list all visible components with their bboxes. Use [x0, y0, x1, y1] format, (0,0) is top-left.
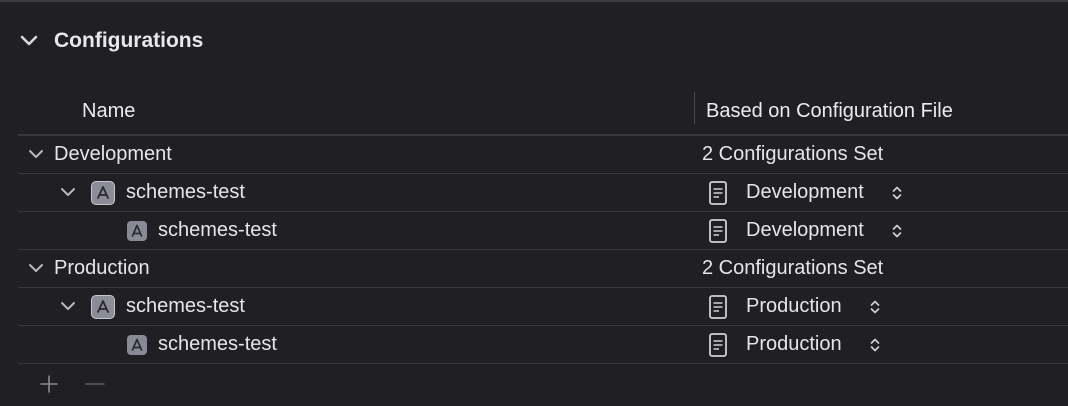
chevron-up-down-icon [890, 221, 904, 241]
config-file-value: Production [746, 295, 842, 317]
chevron-up-down-icon [868, 297, 882, 317]
group-name: Development [54, 143, 172, 165]
config-file-popup[interactable]: Development [708, 177, 904, 208]
target-name: schemes-test [158, 333, 277, 355]
section-title: Configurations [54, 29, 204, 52]
chevron-down-icon[interactable] [58, 182, 78, 202]
chevron-up-down-icon [868, 335, 882, 355]
group-name: Production [54, 257, 150, 279]
configurations-table: Name Based on Configuration File Develop… [18, 88, 1068, 364]
config-file-popup[interactable]: Development [708, 215, 904, 246]
config-file-popup[interactable]: Production [708, 329, 882, 360]
table-header: Name Based on Configuration File [18, 88, 1068, 136]
table-footer [36, 370, 108, 398]
add-configuration-button[interactable] [36, 371, 62, 397]
target-name: schemes-test [158, 219, 277, 241]
group-summary: 2 Configurations Set [702, 257, 884, 279]
document-icon [708, 179, 728, 206]
plus-icon [40, 375, 58, 393]
config-file-popup[interactable]: Production [708, 291, 882, 322]
app-target-icon [127, 335, 147, 355]
chevron-down-icon[interactable] [18, 30, 40, 52]
document-icon [708, 293, 728, 320]
app-target-icon [127, 221, 147, 241]
column-divider[interactable] [694, 92, 695, 124]
project-name: schemes-test [126, 295, 245, 317]
group-summary: 2 Configurations Set [702, 143, 884, 165]
section-header[interactable]: Configurations [18, 24, 203, 58]
remove-configuration-button[interactable] [82, 371, 108, 397]
chevron-up-down-icon [890, 183, 904, 203]
document-icon [708, 331, 728, 358]
table-row-project[interactable]: schemes-test Development [18, 174, 1068, 212]
chevron-down-icon[interactable] [58, 296, 78, 316]
column-header-name[interactable]: Name [82, 88, 135, 134]
config-file-value: Production [746, 333, 842, 355]
configurations-panel: Configurations Name Based on Configurati… [0, 0, 1068, 406]
project-icon [91, 295, 115, 319]
chevron-down-icon[interactable] [26, 144, 46, 164]
project-name: schemes-test [126, 181, 245, 203]
chevron-down-icon[interactable] [26, 258, 46, 278]
table-row-project[interactable]: schemes-test Production [18, 288, 1068, 326]
table-row-target[interactable]: schemes-test Production [18, 326, 1068, 364]
top-divider [0, 0, 1068, 2]
project-icon [91, 181, 115, 205]
table-row-target[interactable]: schemes-test Development [18, 212, 1068, 250]
config-file-value: Development [746, 219, 864, 241]
config-file-value: Development [746, 181, 864, 203]
table-row-group-development[interactable]: Development 2 Configurations Set [18, 136, 1068, 174]
document-icon [708, 217, 728, 244]
column-header-config-file[interactable]: Based on Configuration File [706, 88, 953, 134]
minus-icon [85, 383, 105, 385]
table-row-group-production[interactable]: Production 2 Configurations Set [18, 250, 1068, 288]
